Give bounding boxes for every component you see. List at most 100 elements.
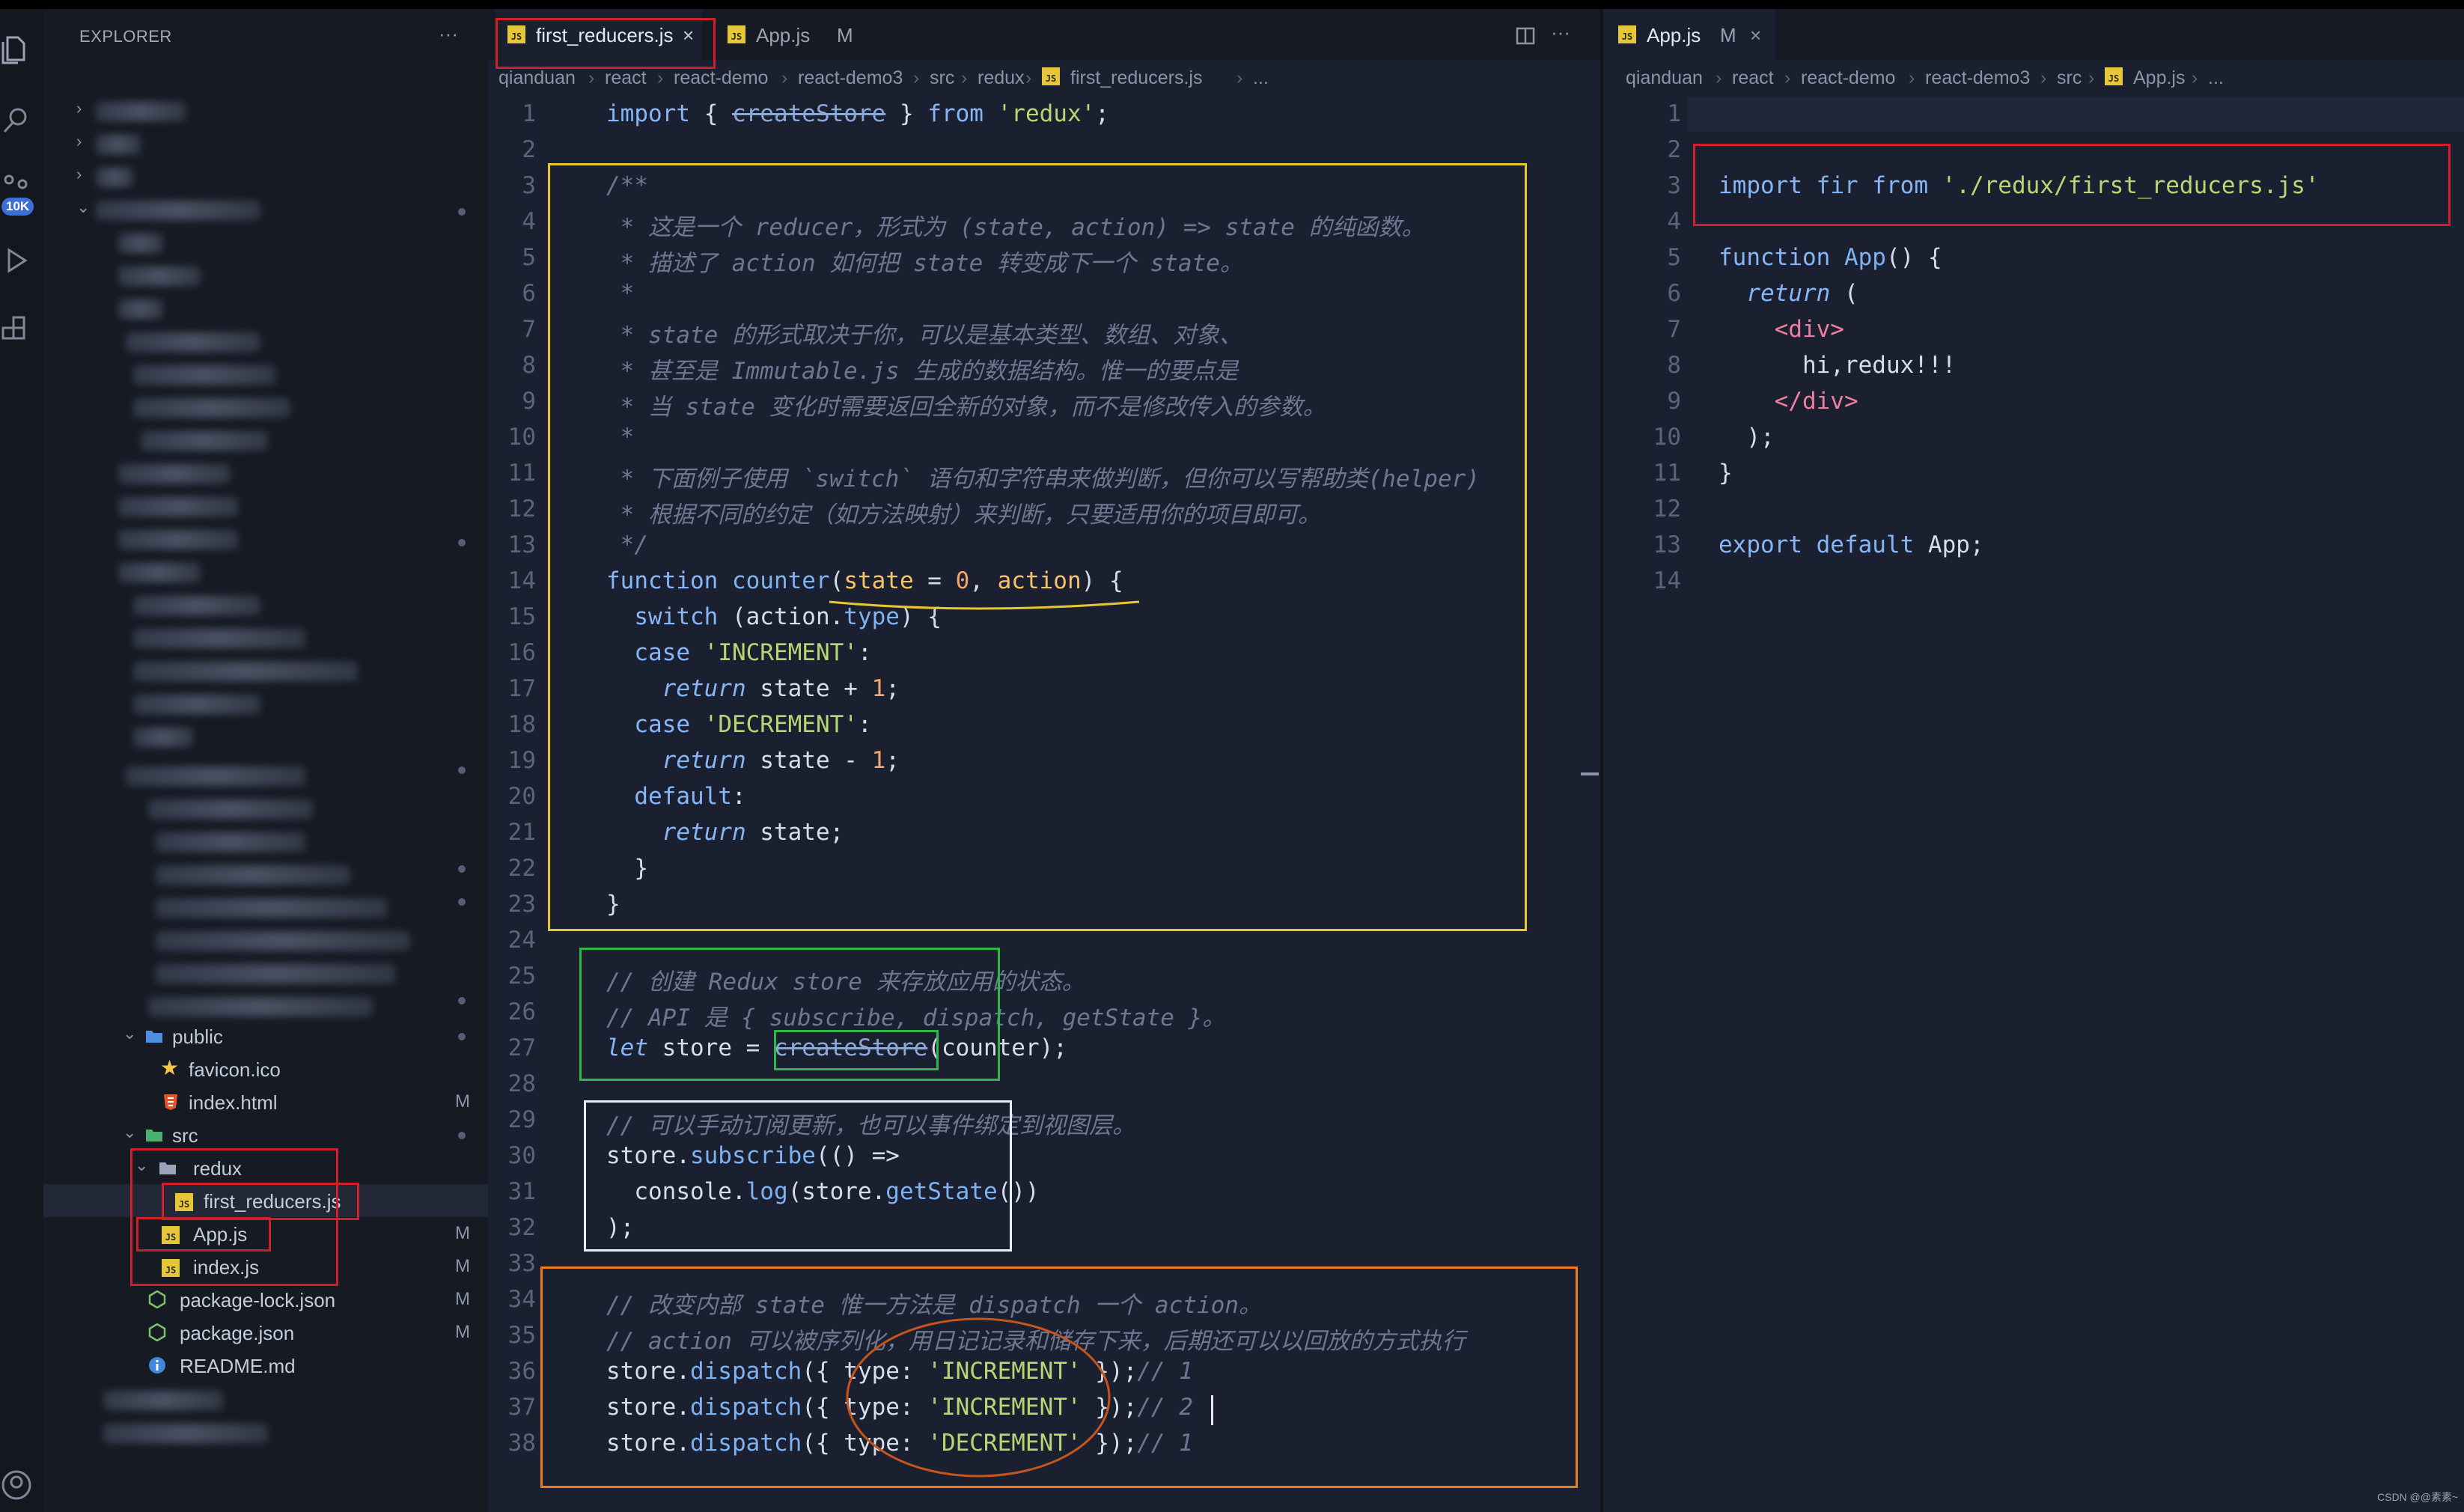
chevron-down-icon[interactable]: ⌄ (76, 198, 90, 217)
tree-item-index-html[interactable]: index.html M (43, 1085, 488, 1118)
line-number: 38 (507, 1430, 536, 1457)
tree-label: favicon.ico (189, 1058, 281, 1081)
tab-app-js-right[interactable]: JS App.js M × (1603, 9, 1775, 60)
breadcrumb-item[interactable]: qianduan (498, 67, 576, 89)
line-number: 32 (507, 1214, 536, 1241)
line-number: 12 (507, 496, 536, 522)
tree-label: src (172, 1124, 198, 1147)
js-file-icon: JS (1042, 67, 1060, 85)
source-control-badge: 10K (1, 198, 34, 216)
line-number: 4 (1667, 208, 1681, 235)
status-dot (458, 766, 466, 774)
breadcrumb-item[interactable]: react-demo (1801, 67, 1895, 89)
code-text: function App() { (1719, 244, 1942, 271)
line-number: 3 (522, 172, 536, 199)
breadcrumb-item[interactable]: ... (1253, 67, 1269, 89)
left-editor[interactable]: JS first_reducers.js × JS App.js M ··· q… (488, 9, 1600, 1512)
breadcrumb-item[interactable]: App.js (2133, 67, 2185, 89)
line-number: 23 (507, 891, 536, 918)
breadcrumb-item[interactable]: first_reducers.js (1070, 67, 1202, 89)
line-number: 30 (507, 1142, 536, 1169)
tree-item-public[interactable]: ⌄ public (43, 1019, 488, 1052)
line-number: 11 (1653, 460, 1681, 487)
breadcrumb-item[interactable]: react (605, 67, 647, 89)
modified-badge: M (837, 24, 853, 46)
current-line-highlight (1687, 97, 2464, 132)
breadcrumb-item[interactable]: react-demo (674, 67, 768, 89)
breadcrumb-item[interactable]: redux (978, 67, 1025, 89)
annotation-box-createstore (774, 1030, 939, 1070)
line-number: 2 (1667, 136, 1681, 163)
js-file-icon: JS (2105, 67, 2123, 85)
files-icon[interactable] (0, 33, 33, 66)
tree-label: index.html (189, 1091, 278, 1114)
line-number: 9 (522, 388, 536, 415)
code-text: return ( (1746, 280, 1858, 307)
close-icon[interactable]: × (1750, 24, 1761, 47)
explorer-sidebar: EXPLORER ··· › › › ⌄ ⌄ public ★ favicon.… (43, 9, 488, 1512)
star-icon: ★ (160, 1056, 180, 1079)
line-number: 31 (507, 1178, 536, 1205)
tree-label: package.json (180, 1322, 295, 1344)
tab-app-js[interactable]: JS App.js M (728, 9, 870, 60)
right-editor[interactable]: JS App.js M × qianduan › react › react-d… (1603, 9, 2464, 1512)
line-number: 8 (1667, 352, 1681, 379)
status-dot (458, 997, 466, 1005)
tree-item-package-json[interactable]: package.json M (43, 1316, 488, 1349)
line-number: 20 (507, 783, 536, 810)
breadcrumb-item[interactable]: src (930, 67, 954, 89)
split-editor-icon[interactable] (1515, 25, 1536, 46)
line-number: 19 (507, 747, 536, 774)
annotation-ellipse-types (846, 1317, 1111, 1478)
line-number: 4 (522, 208, 536, 235)
breadcrumb-item[interactable]: ... (2208, 67, 2224, 89)
chevron-right-icon[interactable]: › (76, 165, 82, 184)
window-top-bar (0, 0, 2464, 9)
line-number: 11 (507, 460, 536, 487)
tree-item-src[interactable]: ⌄ src (43, 1118, 488, 1151)
run-debug-icon[interactable] (0, 244, 33, 277)
modified-badge: M (455, 1322, 470, 1342)
chevron-right-icon[interactable]: › (76, 99, 82, 118)
search-icon[interactable] (0, 103, 33, 136)
code-text: </div> (1774, 388, 1858, 415)
account-icon[interactable] (0, 1469, 33, 1502)
breadcrumb-item[interactable]: react-demo3 (798, 67, 903, 89)
chevron-right-icon[interactable]: › (76, 132, 82, 151)
line-number: 36 (507, 1358, 536, 1385)
annotation-underline-params (829, 600, 1140, 610)
scrollbar-thumb[interactable] (1581, 772, 1599, 775)
line-number: 7 (1667, 316, 1681, 343)
line-number: 5 (1667, 244, 1681, 271)
line-number: 13 (1653, 531, 1681, 558)
extensions-icon[interactable] (0, 314, 33, 347)
breadcrumb-item[interactable]: react-demo3 (1925, 67, 2030, 89)
status-dot (458, 208, 466, 216)
tree-item-readme[interactable]: README.md (43, 1349, 488, 1382)
breadcrumb-item[interactable]: react (1732, 67, 1774, 89)
line-number: 28 (507, 1070, 536, 1097)
status-dot (458, 1132, 466, 1139)
tree-item-favicon[interactable]: ★ favicon.ico (43, 1052, 488, 1085)
line-number: 16 (507, 639, 536, 666)
tree-item-package-lock[interactable]: package-lock.json M (43, 1283, 488, 1316)
activity-bar: 10K (0, 9, 43, 1512)
chevron-down-icon[interactable]: ⌄ (123, 1123, 136, 1142)
line-number: 7 (522, 316, 536, 343)
breadcrumb-item[interactable]: qianduan (1626, 67, 1703, 89)
code-text: import { createStore } from 'redux'; (606, 100, 1109, 127)
breadcrumb-item[interactable]: src (2057, 67, 2082, 89)
modified-badge: M (455, 1223, 470, 1243)
line-number: 6 (1667, 280, 1681, 307)
line-number: 8 (522, 352, 536, 379)
tree-label: package-lock.json (180, 1289, 336, 1311)
annotation-box-first-reducers (162, 1183, 359, 1220)
chevron-down-icon[interactable]: ⌄ (123, 1024, 136, 1043)
status-dot (458, 1033, 466, 1040)
more-actions-icon[interactable]: ··· (1551, 21, 1570, 44)
line-number: 24 (507, 927, 536, 954)
line-number: 27 (507, 1034, 536, 1061)
right-tab-bar: JS App.js M × (1603, 9, 2464, 60)
explorer-more-button[interactable]: ··· (439, 22, 458, 46)
explorer-title: EXPLORER (79, 27, 172, 46)
